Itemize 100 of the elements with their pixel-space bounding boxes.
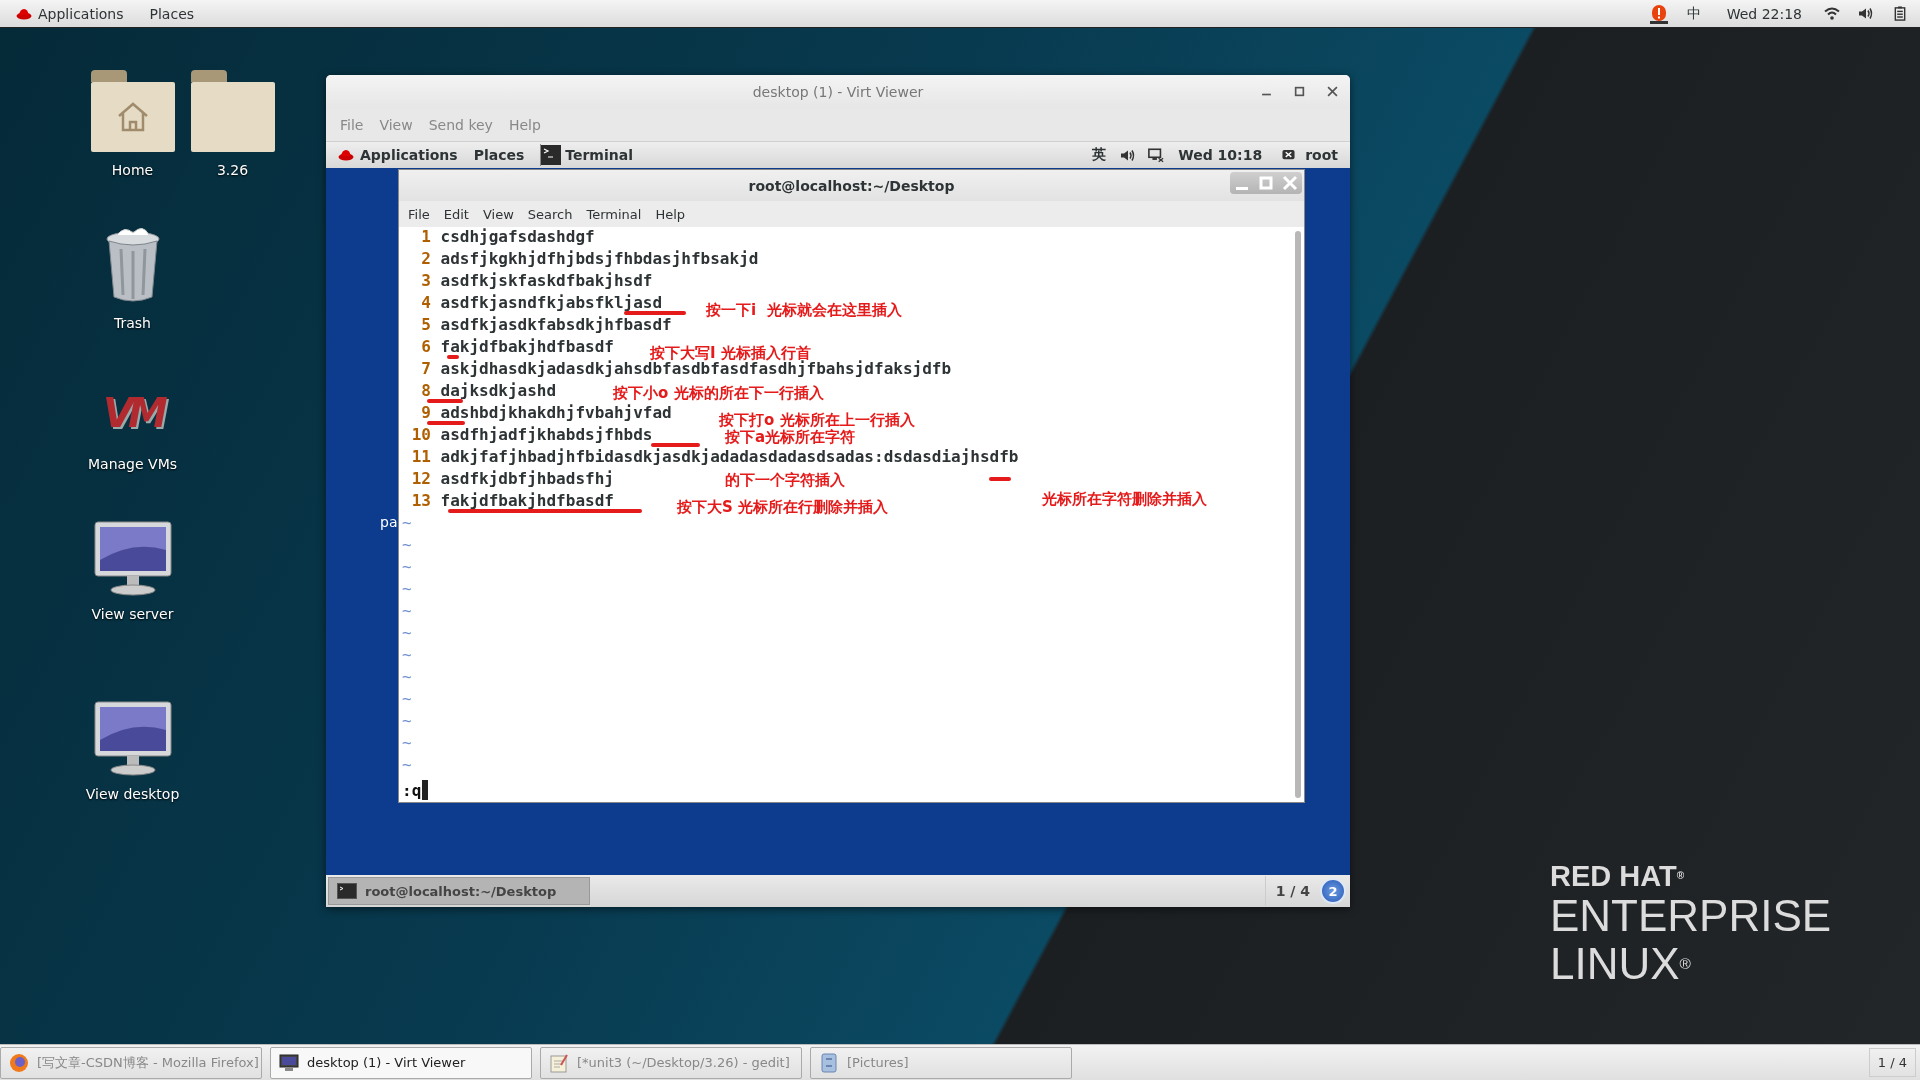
desktop-icon-label[interactable]: Trash: [114, 315, 151, 331]
line-number: 6: [420, 338, 431, 356]
menu-item[interactable]: Search: [520, 206, 580, 222]
file-cabinet-icon: [819, 1052, 839, 1073]
empty-line-marker: ~: [402, 756, 412, 774]
line-number: 12: [410, 470, 431, 488]
clock[interactable]: Wed 22:18: [1718, 5, 1810, 22]
empty-line-marker: ~: [402, 580, 412, 598]
places-menu[interactable]: Places: [141, 5, 203, 22]
clock[interactable]: Wed 10:18: [1172, 147, 1269, 163]
menu-item[interactable]: Help: [648, 206, 693, 222]
logo-text: RED HAT$^{®}$: [1550, 860, 1686, 892]
input-method-indicator[interactable]: 英: [1086, 146, 1113, 164]
line-number: 5: [420, 316, 431, 334]
places-menu[interactable]: Places: [467, 147, 531, 163]
line-number: 4: [420, 294, 431, 312]
taskbar-button[interactable]: desktop (1) - Virt Viewer: [270, 1046, 532, 1079]
empty-line-marker: ~: [402, 712, 412, 730]
line-number: 13: [410, 492, 431, 510]
annotation: 按下打o 光标所在上一行插入: [719, 411, 915, 429]
line-number: 7: [420, 360, 431, 378]
folder-icon[interactable]: [190, 70, 275, 152]
code-line: fakjdfbakjhdfbasdf: [440, 492, 614, 510]
desktop-icon-label[interactable]: View server: [91, 606, 174, 622]
line-number: 3: [420, 272, 431, 290]
code-line: asdfkjasdkfabsdkjhfbasdf: [440, 316, 672, 334]
line-number: 8: [420, 382, 431, 400]
menu-item[interactable]: Terminal: [579, 206, 649, 222]
menu-item[interactable]: File: [401, 206, 437, 222]
monitor-icon[interactable]: [92, 520, 173, 596]
monitor-icon: [279, 1052, 299, 1073]
applications-menu[interactable]: Applications: [8, 5, 132, 22]
desktop-icon-label[interactable]: View desktop: [85, 786, 180, 802]
annotation: 按下小o 光标的所在下一行插入: [613, 384, 824, 402]
terminal-task-button[interactable]: Terminal: [540, 144, 639, 166]
empty-line-marker: ~: [402, 514, 412, 532]
logo-text: ENTERPRISE: [1550, 892, 1832, 940]
line-number: 11: [410, 448, 431, 466]
annotation: 的下一个字符插入: [725, 471, 845, 489]
menu-item[interactable]: Edit: [436, 206, 476, 222]
annotation: 按一下i 光标就会在这里插入: [706, 301, 902, 319]
close-icon[interactable]: [1327, 86, 1338, 97]
user-menu[interactable]: root: [1272, 147, 1344, 163]
empty-line-marker: ~: [402, 602, 412, 620]
underline-mark: [651, 443, 700, 447]
code-line: asdfkjdbfjhbadsfhj: [440, 470, 614, 488]
code-line: adshbdjkhakdhjfvbahjvfad: [440, 404, 672, 422]
code-line: adsfjkgkhjdfhjbdsjfhbdasjhfbsakjd: [440, 250, 759, 268]
terminal-icon: [337, 883, 357, 899]
applications-menu[interactable]: Applications: [332, 147, 464, 163]
underline-mark: [447, 355, 459, 359]
terminal-task-button[interactable]: root@localhost:~/Desktop: [328, 877, 590, 905]
scrollbar[interactable]: [1295, 231, 1301, 798]
user-icon: [1282, 149, 1296, 161]
volume-icon[interactable]: [1120, 147, 1137, 163]
underline-mark: [427, 421, 465, 425]
line-number: 9: [420, 404, 431, 422]
empty-line-marker: ~: [402, 668, 412, 686]
empty-line-marker: ~: [402, 646, 412, 664]
maximize-icon[interactable]: [1294, 86, 1305, 97]
window-title: desktop (1) - Virt Viewer: [752, 84, 924, 100]
workspace-indicator[interactable]: 1 / 4: [1264, 876, 1320, 906]
hat-icon: [338, 149, 354, 161]
code-line: fakjdfbakjhdfbasdf: [440, 338, 614, 356]
terminal-icon: [541, 144, 562, 166]
notepad-icon: [549, 1052, 569, 1073]
empty-line-marker: ~: [402, 734, 412, 752]
wifi-icon[interactable]: [1824, 6, 1840, 21]
underline-mark: [427, 399, 463, 403]
home-folder-icon[interactable]: [90, 70, 175, 152]
underline-mark: [624, 311, 686, 315]
menu-item[interactable]: View: [475, 206, 521, 222]
underline-mark: [989, 477, 1011, 481]
code-line: asdfkjasndfkjabsfkljasd: [440, 294, 663, 312]
line-number: 1: [420, 228, 431, 246]
alert-siren-icon[interactable]: [1648, 2, 1669, 25]
text-cursor: [422, 780, 429, 800]
empty-line-marker: ~: [402, 690, 412, 708]
command-line[interactable]: :q: [402, 782, 422, 800]
volume-icon[interactable]: [1858, 6, 1874, 21]
workspace-indicator[interactable]: 1 / 4: [1868, 1048, 1916, 1077]
annotation: 按下a光标所在字符: [725, 428, 856, 446]
code-line: adkjfafjhbadjhfbidasdkjasdkjadadasdadasdsadas:dsdasdiajhsdfb: [440, 448, 1019, 466]
desktop-icon-label[interactable]: 3.26: [216, 162, 249, 178]
battery-icon[interactable]: [1892, 6, 1908, 21]
code-line: askjdhasdkjadasdkjahsdbfasdbfasdfasdhjfbahsjdfaksjdfb: [440, 360, 952, 378]
browser-icon: [9, 1052, 29, 1073]
window-title: root@localhost:~/Desktop: [748, 177, 955, 194]
line-number: 2: [420, 250, 431, 268]
logo-text: LINUX$^{®}$: [1550, 940, 1692, 988]
code-line: asdfhjadfjkhabdsjfhbds: [440, 426, 653, 444]
network-icon[interactable]: [1148, 147, 1165, 163]
empty-line-marker: ~: [402, 624, 412, 642]
line-number: 10: [410, 426, 431, 444]
desktop-icon-label[interactable]: Home: [111, 162, 154, 178]
desktop-icon-label[interactable]: Manage VMs: [88, 456, 177, 472]
monitor-icon[interactable]: [92, 700, 173, 776]
input-method-indicator[interactable]: 中: [1678, 4, 1709, 23]
annotation: 按下大S 光标所在行删除并插入: [677, 498, 889, 516]
hat-icon: [16, 7, 32, 20]
